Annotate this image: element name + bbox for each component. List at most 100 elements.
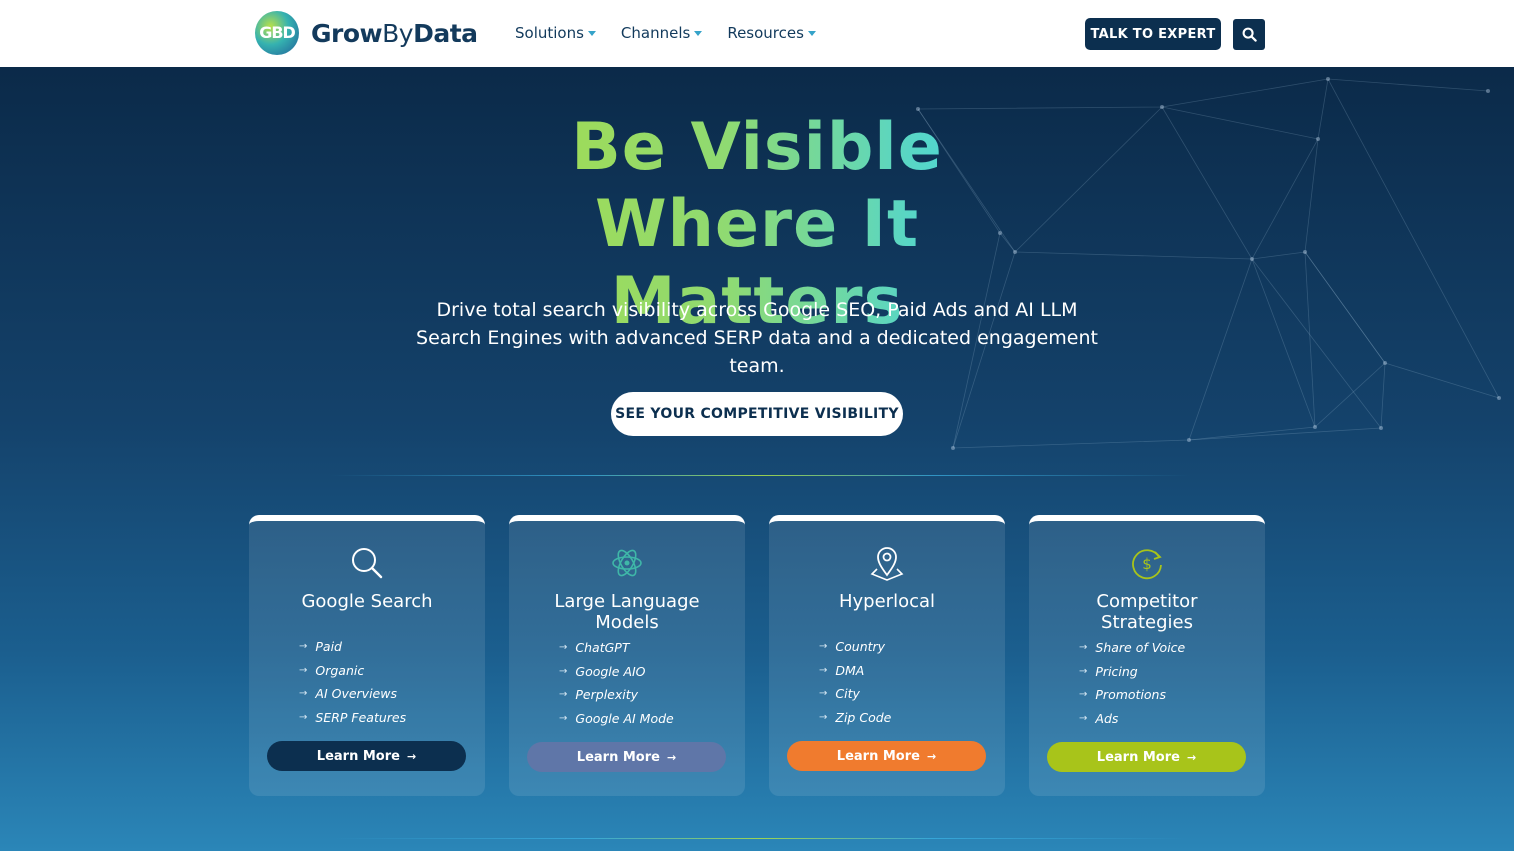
dollar-refresh-icon: $	[1132, 549, 1162, 580]
talk-to-expert-button[interactable]: TALK TO EXPERT	[1085, 18, 1221, 50]
arrow-right-icon: →	[819, 641, 828, 653]
list-item-label: Google AI Mode	[575, 711, 674, 727]
arrow-right-icon: →	[559, 665, 568, 677]
arrow-right-icon: →	[1079, 689, 1088, 701]
arrow-right-icon: →	[299, 664, 308, 676]
arrow-right-icon: →	[1079, 665, 1088, 677]
list-item: → Perplexity	[559, 683, 674, 707]
list-item: → Share of Voice	[1079, 636, 1185, 660]
learn-more-label: Learn More	[576, 749, 660, 765]
list-item: → DMA	[819, 659, 891, 683]
list-item-label: AI Overviews	[315, 686, 397, 702]
list-item: → City	[819, 682, 891, 706]
list-item: → Organic	[299, 659, 406, 683]
logo[interactable]: GBD GrowByData	[255, 11, 478, 55]
arrow-right-icon: →	[819, 688, 828, 700]
section-divider	[330, 475, 1190, 476]
section-divider	[330, 838, 1190, 839]
learn-more-button[interactable]: Learn More →	[267, 741, 466, 771]
nav-channels[interactable]: Channels	[620, 24, 703, 42]
feature-list: → Country → DMA → City → Zip Code	[819, 635, 891, 729]
learn-more-button[interactable]: Learn More →	[1047, 742, 1246, 772]
arrow-right-icon: →	[559, 713, 568, 725]
arrow-right-icon: →	[299, 641, 308, 653]
arrow-right-icon: →	[406, 749, 417, 763]
card-title: Hyperlocal	[838, 591, 936, 612]
list-item-label: ChatGPT	[575, 640, 630, 656]
nav-solutions-label: Solutions	[515, 24, 584, 42]
arrow-right-icon: →	[666, 750, 677, 764]
list-item: → ChatGPT	[559, 636, 674, 660]
list-item-label: DMA	[835, 662, 865, 678]
arrow-right-icon: →	[819, 664, 828, 676]
card-title: Large Language Models	[554, 591, 700, 633]
nav-resources-label: Resources	[727, 24, 804, 42]
card-hyperlocal: Hyperlocal → Country → DMA → City → Zip Code…	[769, 515, 1005, 796]
card-competitor-strategies: $ Competitor Strategies → Share of Voice …	[1029, 515, 1265, 796]
hero-section: Be Visible Where It Matters Drive total …	[0, 67, 1514, 851]
see-competitive-visibility-button[interactable]: SEE YOUR COMPETITIVE VISIBILITY	[611, 392, 903, 436]
list-item: → Zip Code	[819, 706, 891, 730]
list-item-label: SERP Features	[315, 710, 407, 726]
learn-more-button[interactable]: Learn More →	[527, 742, 726, 772]
list-item-label: City	[835, 686, 860, 702]
list-item: → Promotions	[1079, 683, 1185, 707]
list-item: → Paid	[299, 635, 406, 659]
logo-mark-icon: GBD	[255, 11, 299, 55]
arrow-right-icon: →	[1186, 750, 1197, 764]
list-item: → Google AI Mode	[559, 707, 674, 731]
feature-list: → Paid → Organic → AI Overviews → SERP Featu…	[299, 635, 406, 729]
arrow-right-icon: →	[819, 712, 828, 724]
learn-more-label: Learn More	[1096, 749, 1180, 765]
magnifier-icon	[352, 548, 383, 579]
chevron-down-icon	[587, 30, 596, 36]
nav-resources[interactable]: Resources	[727, 24, 816, 42]
svg-text:$: $	[1142, 555, 1152, 573]
list-item-label: Pricing	[1095, 663, 1138, 679]
atom-icon	[612, 549, 642, 577]
list-item-label: Zip Code	[835, 710, 892, 726]
logo-word-by: By	[382, 18, 414, 48]
arrow-right-icon: →	[559, 689, 568, 701]
hero-subtitle: Drive total search visibility across Goo…	[416, 299, 1098, 377]
learn-more-button[interactable]: Learn More →	[787, 741, 986, 771]
list-item: → Pricing	[1079, 660, 1185, 684]
chevron-down-icon	[694, 30, 703, 36]
card-title: Competitor Strategies	[1096, 591, 1198, 633]
arrow-right-icon: →	[926, 749, 937, 763]
feature-list: → Share of Voice → Pricing → Promotions → Ad…	[1079, 636, 1185, 730]
list-item-label: Country	[835, 639, 886, 655]
list-item: → AI Overviews	[299, 682, 406, 706]
list-item: → SERP Features	[299, 706, 406, 730]
logo-mark-text: GBD	[259, 23, 296, 42]
list-item-label: Ads	[1095, 711, 1119, 727]
nav-channels-label: Channels	[620, 24, 691, 42]
feature-list: → ChatGPT → Google AIO → Perplexity → Google…	[559, 636, 674, 730]
search-button[interactable]	[1233, 19, 1265, 50]
learn-more-label: Learn More	[836, 748, 920, 764]
card-large-language-models: Large Language Models → ChatGPT → Google A…	[509, 515, 745, 796]
chevron-down-icon	[807, 30, 816, 36]
arrow-right-icon: →	[299, 688, 308, 700]
logo-wordmark: GrowByData	[311, 19, 478, 48]
arrow-right-icon: →	[1079, 642, 1088, 654]
search-icon	[1242, 27, 1257, 42]
card-google-search: Google Search → Paid → Organic → AI Overvie…	[249, 515, 485, 796]
arrow-right-icon: →	[1079, 713, 1088, 725]
location-pin-icon	[870, 547, 904, 581]
logo-word-grow: Grow	[311, 18, 383, 48]
list-item-label: Perplexity	[575, 687, 639, 703]
list-item: → Country	[819, 635, 891, 659]
arrow-right-icon: →	[299, 712, 308, 724]
list-item-label: Organic	[315, 662, 365, 678]
list-item-label: Paid	[315, 639, 342, 655]
list-item-label: Promotions	[1095, 687, 1166, 703]
arrow-right-icon: →	[559, 642, 568, 654]
nav-solutions[interactable]: Solutions	[515, 24, 596, 42]
list-item-label: Share of Voice	[1095, 640, 1186, 656]
site-header: GBD GrowByData Solutions Channels Resour…	[0, 0, 1514, 67]
logo-word-data: Data	[413, 18, 478, 48]
list-item-label: Google AIO	[575, 663, 646, 679]
list-item: → Google AIO	[559, 660, 674, 684]
main-nav: Solutions Channels Resources	[515, 24, 841, 42]
